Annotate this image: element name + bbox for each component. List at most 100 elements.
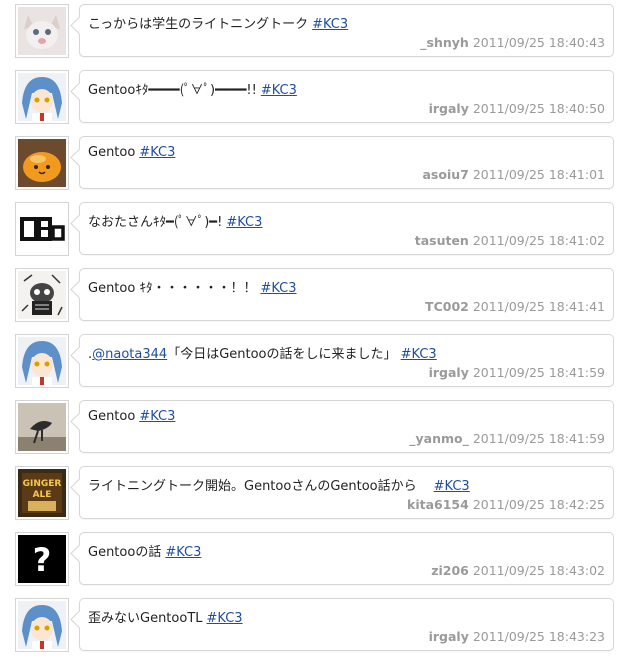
mention-link[interactable]: @naota344 (92, 347, 167, 362)
tweet-item: ? Gentooの話 #KC3 zi206 2011/09/25 18:43:02 (0, 528, 628, 594)
avatar-frame[interactable] (15, 334, 69, 388)
svg-text:?: ? (33, 541, 52, 579)
username-link[interactable]: zi206 (431, 563, 469, 578)
avatar-anime-girl-blue-hair[interactable] (18, 73, 66, 121)
timestamp: 2011/09/25 18:41:01 (472, 167, 605, 182)
bubble-arrow (70, 478, 89, 497)
tweet-item: .@naota344「今日はGentooの話をしに来ました」 #KC3 irga… (0, 330, 628, 396)
username-link[interactable]: irgaly (429, 629, 469, 644)
timestamp: 2011/09/25 18:43:23 (472, 629, 605, 644)
tweet-meta: asoiu7 2011/09/25 18:41:01 (422, 167, 605, 182)
avatar-bird-photo[interactable] (18, 403, 66, 451)
tweet-item: なおたさんｷﾀ━(ﾟ∀ﾟ)━! #KC3 tasuten 2011/09/25 1… (0, 198, 628, 264)
avatar-frame[interactable] (15, 202, 69, 256)
tweet-bubble: なおたさんｷﾀ━(ﾟ∀ﾟ)━! #KC3 tasuten 2011/09/25 1… (70, 202, 614, 255)
tweet-body: Gentoo #KC3 (88, 409, 175, 424)
timestamp: 2011/09/25 18:41:41 (472, 299, 605, 314)
tweet-bubble: こっからは学生のライトニングトーク #KC3 _shnyh 2011/09/25 … (70, 4, 614, 57)
avatar-anime-girl-blue-hair[interactable] (18, 337, 66, 385)
tweet-meta: irgaly 2011/09/25 18:41:59 (429, 365, 605, 380)
hashtag-link[interactable]: #KC3 (312, 17, 348, 32)
timestamp: 2011/09/25 18:43:02 (472, 563, 605, 578)
tweet-meta: _yanmo_ 2011/09/25 18:41:59 (409, 431, 605, 446)
tweet-text: こっからは学生のライトニングトーク (88, 17, 309, 32)
tweet-bubble: Gentoo ｷﾀ・・・・・・！！ #KC3 TC002 2011/09/25 1… (70, 268, 614, 321)
tweet-item: Gentoo #KC3 _yanmo_ 2011/09/25 18:41:59 (0, 396, 628, 462)
hashtag-link[interactable]: #KC3 (165, 545, 201, 560)
avatar-frame[interactable] (15, 4, 69, 58)
hashtag-link[interactable]: #KC3 (434, 479, 470, 494)
avatar-cat-photo[interactable] (18, 7, 66, 55)
tweet-text: 「今日はGentooの話をしに来ました」 (167, 347, 401, 362)
avatar-frame[interactable] (15, 70, 69, 124)
tweet-meta: irgaly 2011/09/25 18:43:23 (429, 629, 605, 644)
tweet-text: 歪みないGentooTL (88, 611, 203, 626)
avatar-anime-girl-blue-hair[interactable] (18, 601, 66, 649)
tweet-item: こっからは学生のライトニングトーク #KC3 _shnyh 2011/09/25 … (0, 0, 628, 66)
tweet-body: こっからは学生のライトニングトーク #KC3 (88, 13, 348, 32)
username-link[interactable]: _yanmo_ (409, 431, 469, 446)
hashtag-link[interactable]: #KC3 (139, 409, 175, 424)
timestamp: 2011/09/25 18:41:59 (472, 431, 605, 446)
bubble-arrow (70, 148, 89, 167)
avatar-frame[interactable] (15, 598, 69, 652)
tweet-bubble: Gentooの話 #KC3 zi206 2011/09/25 18:43:02 (70, 532, 614, 585)
tweet-meta: irgaly 2011/09/25 18:40:50 (429, 101, 605, 116)
tweet-bubble: ライトニングトーク開始。GentooさんのGentoo話から #KC3 kita… (70, 466, 614, 519)
avatar-orange-bun[interactable] (18, 139, 66, 187)
avatar-ink-drawing[interactable] (18, 271, 66, 319)
avatar-question-mark[interactable]: ? (18, 535, 66, 583)
avatar-frame[interactable] (15, 268, 69, 322)
hashtag-link[interactable]: #KC3 (401, 347, 437, 362)
username-link[interactable]: TC002 (425, 299, 469, 314)
timestamp: 2011/09/25 18:41:59 (472, 365, 605, 380)
tweet-meta: TC002 2011/09/25 18:41:41 (425, 299, 605, 314)
username-link[interactable]: irgaly (429, 101, 469, 116)
hashtag-link[interactable]: #KC3 (207, 611, 243, 626)
tweet-text: なおたさんｷﾀ━(ﾟ∀ﾟ)━! (88, 215, 223, 230)
bubble-arrow (70, 82, 89, 101)
tweet-item: Gentoo #KC3 asoiu7 2011/09/25 18:41:01 (0, 132, 628, 198)
avatar-frame[interactable]: ? (15, 532, 69, 586)
avatar-frame[interactable] (15, 136, 69, 190)
tweet-item: Gentoo ｷﾀ・・・・・・！！ #KC3 TC002 2011/09/25 1… (0, 264, 628, 330)
tweet-body: Gentoo ｷﾀ・・・・・・！！ #KC3 (88, 277, 297, 296)
tweet-body: 歪みないGentooTL #KC3 (88, 607, 243, 626)
tweet-meta: _shnyh 2011/09/25 18:40:43 (420, 35, 605, 50)
avatar-pixel-logo[interactable] (18, 205, 66, 253)
username-link[interactable]: kita6154 (407, 497, 469, 512)
username-link[interactable]: irgaly (429, 365, 469, 380)
tweet-bubble: 歪みないGentooTL #KC3 irgaly 2011/09/25 18:43… (70, 598, 614, 651)
avatar-frame[interactable] (15, 400, 69, 454)
tweet-body: Gentooｷﾀ━━━━(ﾟ∀ﾟ)━━━━!! #KC3 (88, 79, 297, 98)
tweet-body: Gentoo #KC3 (88, 145, 175, 160)
bubble-arrow (70, 280, 89, 299)
timestamp: 2011/09/25 18:41:02 (472, 233, 605, 248)
tweet-meta: kita6154 2011/09/25 18:42:25 (407, 497, 605, 512)
hashtag-link[interactable]: #KC3 (260, 281, 296, 296)
avatar-ginger-ale[interactable]: GINGER ALE (18, 469, 66, 517)
tweet-text: Gentoo ｷﾀ・・・・・・！！ (88, 281, 257, 296)
tweet-text: Gentoo (88, 145, 136, 160)
tweet-bubble: .@naota344「今日はGentooの話をしに来ました」 #KC3 irga… (70, 334, 614, 387)
username-link[interactable]: _shnyh (420, 35, 469, 50)
tweet-bubble: Gentoo #KC3 asoiu7 2011/09/25 18:41:01 (70, 136, 614, 189)
svg-text:ALE: ALE (33, 490, 52, 500)
tweet-text: Gentoo (88, 409, 136, 424)
hashtag-link[interactable]: #KC3 (226, 215, 262, 230)
tweet-body: ライトニングトーク開始。GentooさんのGentoo話から #KC3 (88, 475, 470, 494)
hashtag-link[interactable]: #KC3 (261, 83, 297, 98)
username-link[interactable]: asoiu7 (422, 167, 468, 182)
bubble-arrow (70, 610, 89, 629)
avatar-frame[interactable]: GINGER ALE (15, 466, 69, 520)
hashtag-link[interactable]: #KC3 (139, 145, 175, 160)
bubble-arrow (70, 16, 89, 35)
tweet-text: Gentooｷﾀ━━━━(ﾟ∀ﾟ)━━━━!! (88, 83, 257, 98)
tweet-meta: zi206 2011/09/25 18:43:02 (431, 563, 605, 578)
bubble-arrow (70, 412, 89, 431)
tweet-bubble: Gentoo #KC3 _yanmo_ 2011/09/25 18:41:59 (70, 400, 614, 453)
tweet-text: ライトニングトーク開始。GentooさんのGentoo話から (88, 479, 430, 494)
svg-text:GINGER: GINGER (23, 479, 62, 489)
username-link[interactable]: tasuten (415, 233, 469, 248)
tweet-body: なおたさんｷﾀ━(ﾟ∀ﾟ)━! #KC3 (88, 211, 262, 230)
